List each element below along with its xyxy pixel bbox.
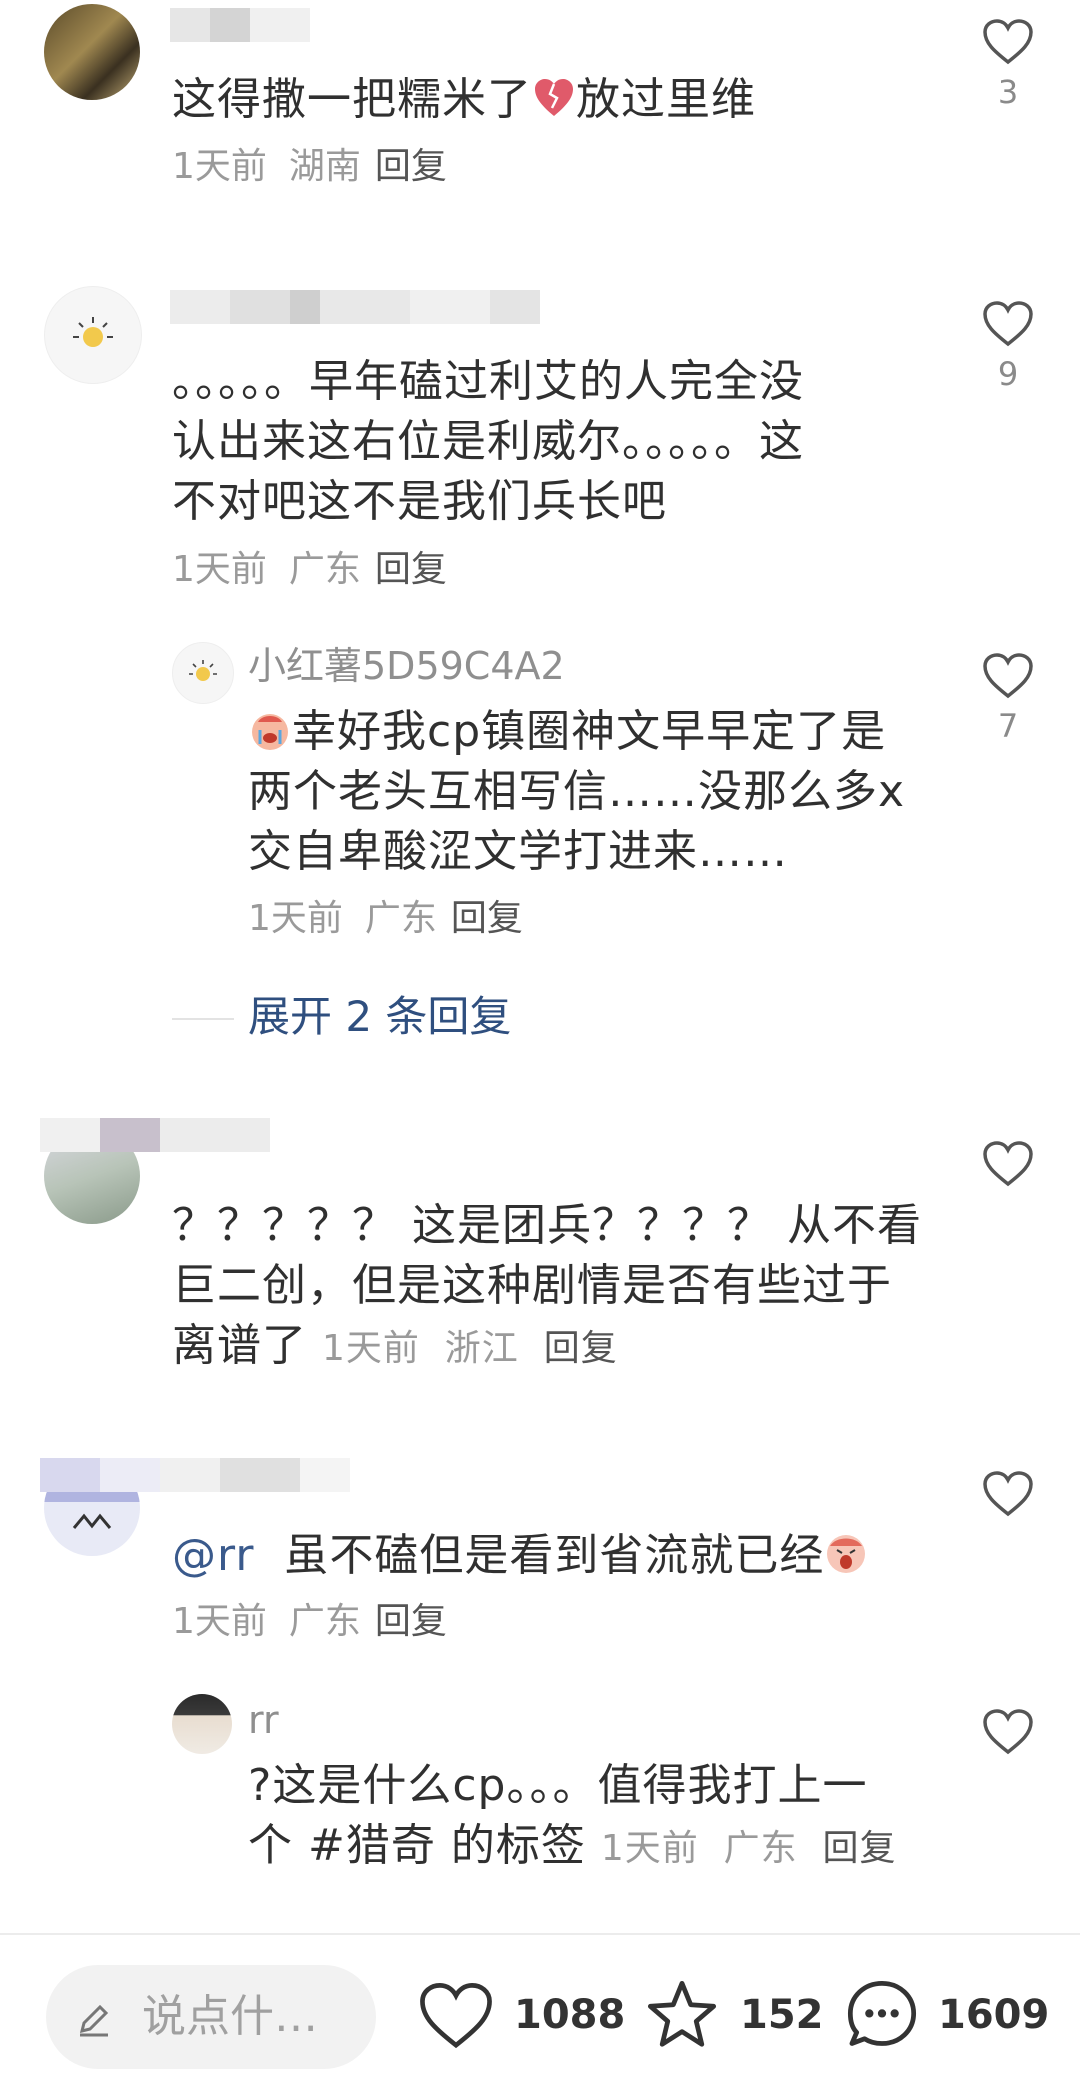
reply-button[interactable]: 回复: [823, 1828, 897, 1869]
comment-text: @rr 虽不磕但是看到省流就已经: [172, 1526, 868, 1586]
like-button[interactable]: 3: [978, 18, 1038, 110]
shocked-emoji-icon: [824, 1532, 868, 1576]
comment-time: 1天前: [172, 1601, 267, 1642]
reply-location: 广东: [723, 1828, 798, 1869]
comment-text: 这得撒一把糯米了 放过里维: [172, 74, 756, 125]
broken-heart-emoji-icon: [532, 76, 576, 120]
pencil-icon: [74, 1999, 114, 2043]
reply-meta: 1天前 广东 回复: [248, 897, 523, 941]
avatar[interactable]: [172, 642, 234, 704]
like-button[interactable]: [978, 1708, 1038, 1756]
heart-icon: [983, 1471, 1033, 1517]
favorite-count: 152: [740, 1992, 824, 2038]
comment-text: 。。。。。早年磕过利艾的人完全没 认出来这右位是利威尔。。。。。这 不对吧这不是…: [172, 356, 804, 527]
heart-icon: [983, 1709, 1033, 1755]
reply-text: 幸好我cp镇圈神文早早定了是 两个老头互相写信……没那么多x 交自卑酸涩文学打进…: [248, 706, 906, 877]
comment-time: 1天前: [172, 146, 267, 187]
heart-icon: [983, 1141, 1033, 1187]
like-count: 7: [997, 707, 1019, 745]
username-blurred[interactable]: [170, 290, 540, 324]
like-button[interactable]: [978, 1470, 1038, 1518]
username[interactable]: rr: [248, 1698, 279, 1742]
username-blurred[interactable]: [40, 1458, 350, 1492]
reply-meta: 1天前 广东 回复: [601, 1828, 897, 1869]
avatar[interactable]: [44, 4, 140, 100]
username-blurred[interactable]: [40, 1118, 270, 1152]
like-button[interactable]: [978, 1140, 1038, 1188]
like-button[interactable]: 7: [978, 652, 1038, 744]
comment-location: 广东: [288, 1601, 361, 1642]
star-icon: [647, 1980, 717, 2047]
expand-divider: [172, 1018, 234, 1020]
comment-count: 1609: [938, 1992, 1050, 2038]
heart-icon: [983, 19, 1033, 65]
heart-icon: [983, 301, 1033, 347]
avatar[interactable]: [172, 1694, 232, 1754]
reply-button[interactable]: 回复: [451, 898, 523, 939]
comment-location: 广东: [288, 549, 361, 590]
username-blurred[interactable]: [170, 8, 310, 42]
like-count: 3: [997, 73, 1019, 111]
like-count: 9: [997, 355, 1019, 393]
username[interactable]: 小红薯5D59C4A2: [248, 644, 565, 688]
comment-input-placeholder: 说点什…: [142, 1991, 318, 2042]
heart-icon: [420, 1983, 492, 2049]
like-button[interactable]: 9: [978, 300, 1038, 392]
mention-link[interactable]: @rr: [172, 1530, 254, 1581]
reply-time: 1天前: [248, 898, 343, 939]
avatar[interactable]: [44, 286, 142, 384]
heart-icon: [983, 653, 1033, 699]
like-count: 1088: [514, 1992, 626, 2038]
reply-text: ?这是什么cp。。。值得我打上一 个 #猎奇 的标签 1天前 广东 回复: [248, 1760, 897, 1871]
expand-replies-button[interactable]: 展开 2 条回复: [248, 992, 511, 1042]
comment-meta: 1天前 广东 回复: [172, 548, 447, 592]
reply-location: 广东: [364, 898, 437, 939]
comment-input[interactable]: 说点什…: [46, 1965, 376, 2069]
reply-button[interactable]: 回复: [375, 146, 447, 187]
reply-button[interactable]: 回复: [544, 1328, 618, 1369]
comment-time: 1天前: [172, 549, 267, 590]
comment-location: 湖南: [288, 146, 361, 187]
reply-time: 1天前: [600, 1828, 699, 1869]
crying-emoji-icon: [248, 708, 292, 752]
reply-button[interactable]: 回复: [375, 1601, 447, 1642]
comment-time: 1天前: [322, 1328, 420, 1369]
comment-meta: 1天前 湖南 回复: [172, 145, 447, 189]
chat-bubble-icon: [847, 1980, 917, 2046]
comment-location: 浙江: [444, 1328, 519, 1369]
reply-button[interactable]: 回复: [375, 549, 447, 590]
comment-text: ？？？？？ 这是团兵？？？？ 从不看 巨二创，但是这种剧情是否有些过于 离谱了 …: [172, 1200, 922, 1371]
comment-meta: 1天前 浙江 回复: [322, 1328, 618, 1369]
comment-meta: 1天前 广东 回复: [172, 1600, 447, 1644]
bottom-action-bar: 说点什… 1088 152 1609: [0, 1933, 1080, 2089]
